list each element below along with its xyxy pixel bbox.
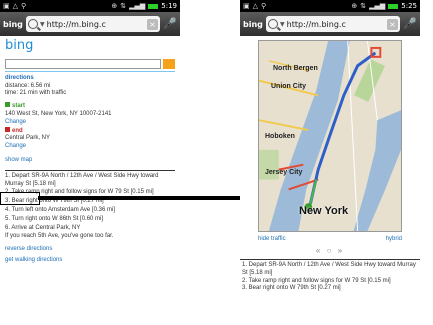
gps-icon: ⊕	[351, 1, 358, 10]
warning-icon: △	[252, 1, 259, 10]
search-icon	[268, 19, 278, 29]
divider	[5, 70, 175, 72]
status-bar: ▣ △ ⚲ ⊕ ⇅ ▂▄▆ 5:25	[240, 0, 420, 12]
directions-steps: 1. Depart SR-9A North / 12th Ave / West …	[240, 259, 420, 293]
map-label-hoboken: Hoboken	[265, 133, 295, 140]
search-button[interactable]	[163, 58, 175, 69]
route-map[interactable]: North Bergen Union City Hoboken Jersey C…	[258, 40, 402, 232]
start-address: 140 West St, New York, NY 10007-2141	[5, 111, 112, 118]
reverse-directions-link[interactable]: reverse directions	[5, 246, 175, 254]
warning-icon: △	[12, 1, 19, 10]
status-time: 5:19	[161, 2, 177, 10]
notification-icon: ▣	[3, 1, 10, 10]
url-text[interactable]: http://m.bing.c	[47, 20, 145, 29]
show-map-link[interactable]: show map	[5, 157, 32, 165]
gps-icon: ⊕	[111, 1, 118, 10]
chevron-down-icon[interactable]: ▼	[280, 21, 285, 28]
browser-tab[interactable]: bing	[243, 20, 263, 29]
direction-step: 1. Depart SR-9A North / 12th Ave / West …	[5, 172, 159, 187]
map-pager[interactable]: « ○ »	[240, 246, 420, 255]
search-input[interactable]	[5, 58, 161, 69]
directions-header: directions	[5, 74, 34, 81]
search-icon	[28, 19, 38, 29]
direction-step: 3. Bear right onto W 79th St [0.27 mi]	[242, 285, 341, 292]
usb-icon: ⚲	[21, 1, 27, 10]
usb-icon: ⚲	[261, 1, 267, 10]
directions-page: bing directions distance: 6.56 mi time: …	[0, 36, 180, 267]
battery-icon	[388, 3, 399, 9]
browser-toolbar: bing ▼ http://m.bing.c × 🎤	[0, 12, 180, 36]
bing-logo: bing	[5, 38, 34, 53]
map-label-jersey-city: Jersey City	[265, 169, 303, 176]
close-icon[interactable]: ×	[387, 18, 398, 30]
data-icon: ⇅	[120, 1, 127, 10]
end-label: end	[12, 127, 23, 134]
direction-note: If you reach 5th Ave, you've gone too fa…	[5, 233, 114, 240]
signal-icon: ▂▄▆	[369, 1, 386, 10]
close-icon[interactable]: ×	[147, 18, 158, 30]
map-controls: hide traffic hybrid	[240, 232, 420, 246]
map-label-new-york: New York	[299, 205, 349, 217]
phone-screen-right: ▣ △ ⚲ ⊕ ⇅ ▂▄▆ 5:25 bing ▼ http://m.bing.…	[240, 0, 420, 325]
time-text: time: 21 min with traffic	[5, 90, 67, 97]
status-time: 5:25	[401, 2, 417, 10]
distance-text: distance: 6.56 mi	[5, 82, 51, 89]
url-bar[interactable]: ▼ http://m.bing.c ×	[26, 16, 160, 32]
walking-directions-link[interactable]: get walking directions	[5, 257, 175, 265]
direction-step: 6. Arrive at Central Park, NY	[5, 224, 81, 231]
hybrid-link[interactable]: hybrid	[386, 236, 402, 242]
change-start-link[interactable]: Change	[5, 119, 175, 127]
map-page: North Bergen Union City Hoboken Jersey C…	[240, 40, 420, 293]
chevron-down-icon[interactable]: ▼	[40, 21, 45, 28]
phone-screen-left: ▣ △ ⚲ ⊕ ⇅ ▂▄▆ 5:19 bing ▼ http://m.bing.…	[0, 0, 180, 325]
browser-toolbar: bing ▼ http://m.bing.c × 🎤	[240, 12, 420, 36]
status-bar: ▣ △ ⚲ ⊕ ⇅ ▂▄▆ 5:19	[0, 0, 180, 12]
map-label-north-bergen: North Bergen	[273, 65, 318, 72]
battery-icon	[148, 3, 159, 9]
change-end-link[interactable]: Change	[5, 143, 175, 151]
map-label-union-city: Union City	[271, 83, 306, 90]
data-icon: ⇅	[360, 1, 367, 10]
url-bar[interactable]: ▼ http://m.bing.c ×	[266, 16, 400, 32]
hide-traffic-link[interactable]: hide traffic	[258, 236, 286, 242]
search-row	[5, 58, 175, 69]
start-flag-icon	[5, 102, 10, 108]
url-text[interactable]: http://m.bing.c	[287, 20, 385, 29]
direction-step: 5. Turn right onto W 86th St [0.60 mi]	[5, 215, 104, 222]
direction-step: 2. Take ramp right and follow signs for …	[242, 277, 391, 284]
show-map-callout	[0, 192, 40, 205]
direction-step: 1. Depart SR-9A North / 12th Ave / West …	[242, 262, 416, 276]
notification-icon: ▣	[243, 1, 250, 10]
microphone-icon[interactable]: 🎤	[163, 16, 177, 32]
end-flag-icon	[5, 126, 10, 132]
end-address: Central Park, NY	[5, 135, 51, 142]
signal-icon: ▂▄▆	[129, 1, 146, 10]
microphone-icon[interactable]: 🎤	[403, 16, 417, 32]
browser-tab[interactable]: bing	[3, 20, 23, 29]
start-label: start	[12, 103, 26, 110]
